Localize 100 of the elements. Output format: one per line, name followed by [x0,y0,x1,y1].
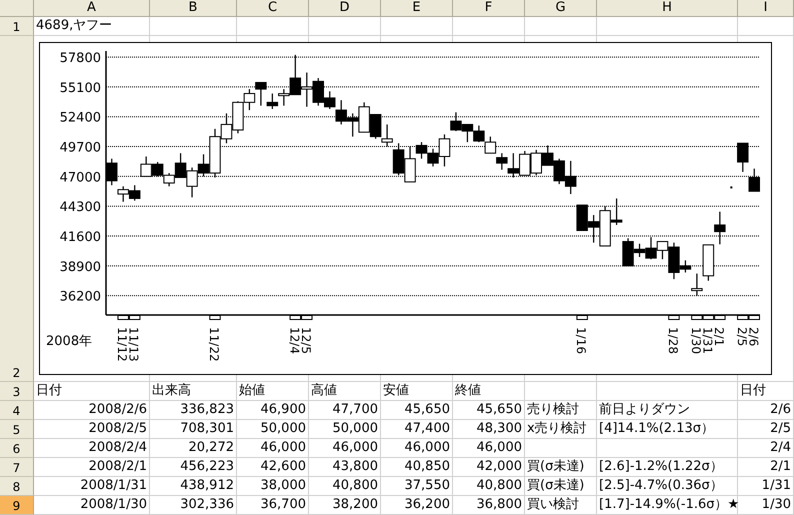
table-cell: 1/30 [738,496,794,515]
table-cell: [2.6]-1.2%(1.22σ） [597,458,738,477]
table-cell: 36,200 [381,496,453,515]
year-label: 2008年 [46,333,92,350]
y-axis-label: 36200 [60,290,101,305]
column-header[interactable]: G [525,0,597,17]
table-cell: 日付 [738,382,794,401]
row-header[interactable]: 5 [0,420,34,439]
table-cell: 買い検討 [525,496,597,515]
x-axis-label: 11/13 [126,327,141,362]
column-header[interactable]: D [309,0,381,17]
table-cell: 20,272 [150,439,237,458]
candlestick [301,72,313,107]
x-axis-label: 1/28 [666,327,680,354]
y-axis-label: 52400 [60,110,101,126]
y-axis-label: 49700 [60,140,101,156]
empty-cell [525,439,597,458]
table-cell: x売り検討 [525,420,597,439]
table-cell: 2008/1/31 [34,477,150,496]
table-cell: 46,000 [237,439,309,458]
table-cell: 終値 [453,382,525,401]
y-axis-label: 38900 [60,260,101,275]
table-cell: 46,000 [453,439,525,458]
column-header[interactable]: I [738,0,794,17]
candlestick [473,126,485,142]
column-header[interactable]: A [34,0,150,17]
table-cell: 2/6 [738,401,794,420]
table-cell: 2008/2/1 [34,458,150,477]
table-cell: 36,700 [237,496,309,515]
table-cell: 42,000 [453,458,525,477]
candlestick [462,124,474,142]
select-all-corner[interactable] [0,0,34,17]
table-cell: 始値 [237,382,309,401]
table-cell: 438,912 [150,477,237,496]
row-header[interactable]: 4 [0,401,34,420]
column-header[interactable]: C [237,0,309,17]
table-cell: 出来高 [150,382,237,401]
table-cell: 38,200 [309,496,381,515]
table-cell: 高値 [309,382,381,401]
table-cell: 47,700 [309,401,381,420]
y-axis-label: 55100 [60,80,101,96]
table-cell: 日付 [34,382,150,401]
x-axis-label: 2/5 [734,327,749,346]
table-cell: 買(σ未達) [525,458,597,477]
table-cell: 2008/2/5 [34,420,150,439]
table-cell: 40,800 [453,477,525,496]
table-cell: 37,550 [381,477,453,496]
table-cell: 2008/1/30 [34,496,150,515]
table-cell: 48,300 [453,420,525,439]
candlestick [128,185,140,201]
table-cell: [2.5]-4.7%(0.36σ） [597,477,738,496]
table-cell: 302,336 [150,496,237,515]
row-header[interactable]: 3 [0,382,34,401]
x-axis-label: 12/5 [298,327,313,354]
table-cell: 2008/2/6 [34,401,150,420]
x-axis-label: 1/30 [688,327,703,354]
row-header[interactable]: 9 [0,496,34,515]
table-cell: 45,650 [453,401,525,420]
table-cell: 4689,ヤフー [34,17,150,36]
table-cell: 2/4 [738,439,794,458]
y-axis-label: 57800 [60,51,101,66]
row-header[interactable]: 8 [0,477,34,496]
row-header[interactable]: 7 [0,458,34,477]
x-axis-label: 11/22 [207,327,221,362]
table-cell: 36,800 [453,496,525,515]
table-cell: 前日よりダウン [597,401,738,420]
table-cell: 38,000 [237,477,309,496]
column-header[interactable]: H [597,0,738,17]
table-cell: 42,600 [237,458,309,477]
table-cell: 安値 [381,382,453,401]
table-cell: 336,823 [150,401,237,420]
table-cell: 40,800 [309,477,381,496]
table-cell: 2008/2/4 [34,439,150,458]
table-cell: 売り検討 [525,401,597,420]
table-cell: 1/31 [738,477,794,496]
table-cell: 43,800 [309,458,381,477]
table-cell: 456,223 [150,458,237,477]
table-cell: 47,400 [381,420,453,439]
x-axis-label: 2/1 [712,327,726,346]
row-header[interactable]: 1 [0,17,34,36]
table-cell: 買(σ未達) [525,477,597,496]
x-axis-label: 11/12 [115,327,130,362]
column-header[interactable]: B [150,0,237,17]
x-axis-label: 1/31 [700,327,714,354]
date-marker [209,315,221,320]
table-cell: 708,301 [150,420,237,439]
x-axis-label: 12/4 [287,327,302,354]
table-cell: [4]14.1%(2.13σ） [597,420,738,439]
table-cell: 2/5 [738,420,794,439]
row-header[interactable]: 6 [0,439,34,458]
y-axis-label: 47000 [60,170,101,186]
table-cell: 46,000 [381,439,453,458]
y-axis-label: 44300 [60,200,101,216]
y-axis-label: 41600 [60,230,101,246]
table-cell: 40,850 [381,458,453,477]
x-axis-label: 1/16 [574,327,588,354]
column-header[interactable]: E [381,0,453,17]
row-header[interactable]: 2 [0,36,34,382]
date-marker [668,315,680,320]
column-header[interactable]: F [453,0,525,17]
